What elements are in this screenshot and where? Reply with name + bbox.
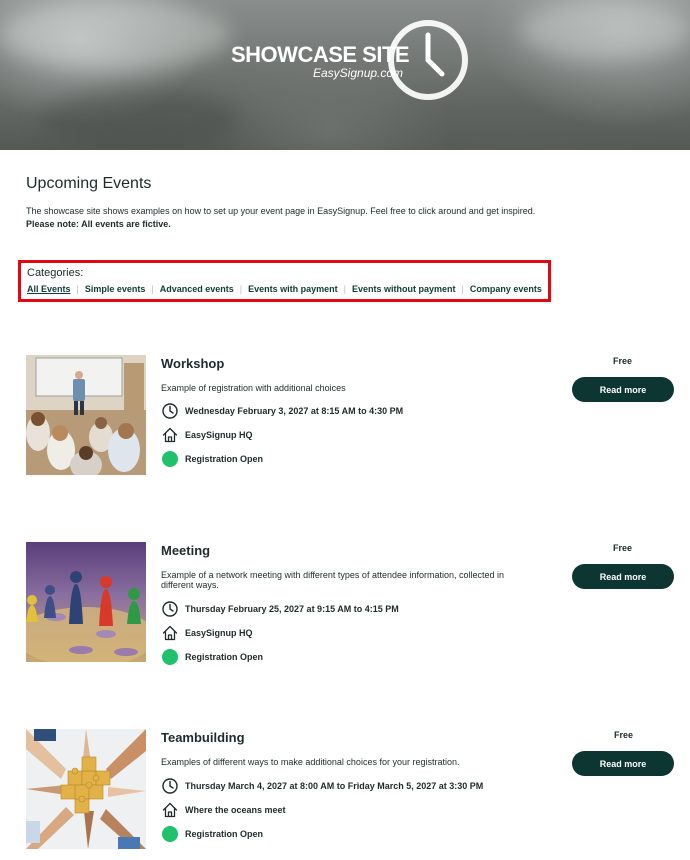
event-date-text: Thursday March 4, 2027 at 8:00 AM to Fri… [185,781,484,791]
category-separator: | [343,284,346,294]
hero-blur-light [0,0,230,70]
event-status: Registration Open [161,648,263,666]
house-icon [162,427,178,443]
event-status-text: Registration Open [185,454,264,464]
category-events-with-payment[interactable]: Events with payment [248,284,338,294]
event-location: EasySignup HQ [161,426,253,444]
event-status: Registration Open [161,825,263,843]
hero-banner: SHOWCASE SITE EasySignup.com [0,0,690,150]
category-all-events[interactable]: All Events [27,284,71,294]
event-location: Where the oceans meet [161,801,286,819]
categories-filter: Categories: All Events | Simple events |… [18,260,551,302]
hero-blur-dark [40,90,240,150]
event-date: Wednesday February 3, 2027 at 8:15 AM to… [161,402,403,420]
clock-icon [388,20,468,100]
event-title[interactable]: Meeting [161,543,210,558]
page-title: Upcoming Events [26,175,152,192]
event-card-meeting: Meeting Example of a network meeting wit… [26,542,676,666]
categories-list: All Events | Simple events | Advanced ev… [27,284,542,294]
clock-icon [162,601,178,617]
event-status-text: Registration Open [185,829,264,839]
event-price: Free [613,543,633,553]
clock-icon [162,778,178,794]
category-separator: | [151,284,154,294]
event-card-workshop: Workshop Example of registration with ad… [26,355,676,477]
category-simple-events[interactable]: Simple events [85,284,146,294]
category-separator: | [239,284,243,294]
intro-note: Please note: All events are fictive. [26,219,171,229]
house-icon [162,802,178,818]
event-description: Example of registration with additional … [161,383,346,393]
event-price: Free [614,730,634,740]
category-advanced-events[interactable]: Advanced events [160,284,234,294]
intro-text: The showcase site shows examples on how … [26,206,536,216]
hero-blur-light-right [520,0,690,60]
category-events-without-payment[interactable]: Events without payment [352,284,456,294]
event-title[interactable]: Teambuilding [161,730,245,745]
event-image-workshop[interactable] [26,355,146,475]
event-location-text: EasySignup HQ [185,430,253,440]
event-image-meeting[interactable] [26,542,146,662]
event-title[interactable]: Workshop [161,356,224,371]
read-more-button[interactable]: Read more [572,751,674,776]
event-location-text: Where the oceans meet [185,805,286,815]
event-date-text: Thursday February 25, 2027 at 9:15 AM to… [185,604,399,614]
category-separator: | [461,284,464,294]
event-description: Examples of different ways to make addit… [161,757,460,767]
clock-icon [162,403,178,419]
event-location-text: EasySignup HQ [185,628,253,638]
event-card-teambuilding: Teambuilding Examples of different ways … [26,729,676,851]
event-status: Registration Open [161,450,263,468]
event-description: Example of a network meeting with differ… [161,570,505,590]
status-dot-icon [162,451,178,467]
status-dot-icon [162,649,178,665]
status-dot-icon [162,826,178,842]
event-date-text: Wednesday February 3, 2027 at 8:15 AM to… [185,406,404,416]
site-title: SHOWCASE SITE [231,42,410,67]
category-company-events[interactable]: Company events [470,284,542,294]
house-icon [162,625,178,641]
read-more-button[interactable]: Read more [572,564,674,589]
event-date: Thursday March 4, 2027 at 8:00 AM to Fri… [161,777,483,795]
event-image-teambuilding[interactable] [26,729,146,849]
event-price: Free [613,356,633,366]
event-date: Thursday February 25, 2027 at 9:15 AM to… [161,600,399,618]
read-more-button[interactable]: Read more [572,377,674,402]
event-status-text: Registration Open [185,652,264,662]
categories-label: Categories: [27,267,84,279]
event-location: EasySignup HQ [161,624,253,642]
category-separator: | [76,284,79,294]
